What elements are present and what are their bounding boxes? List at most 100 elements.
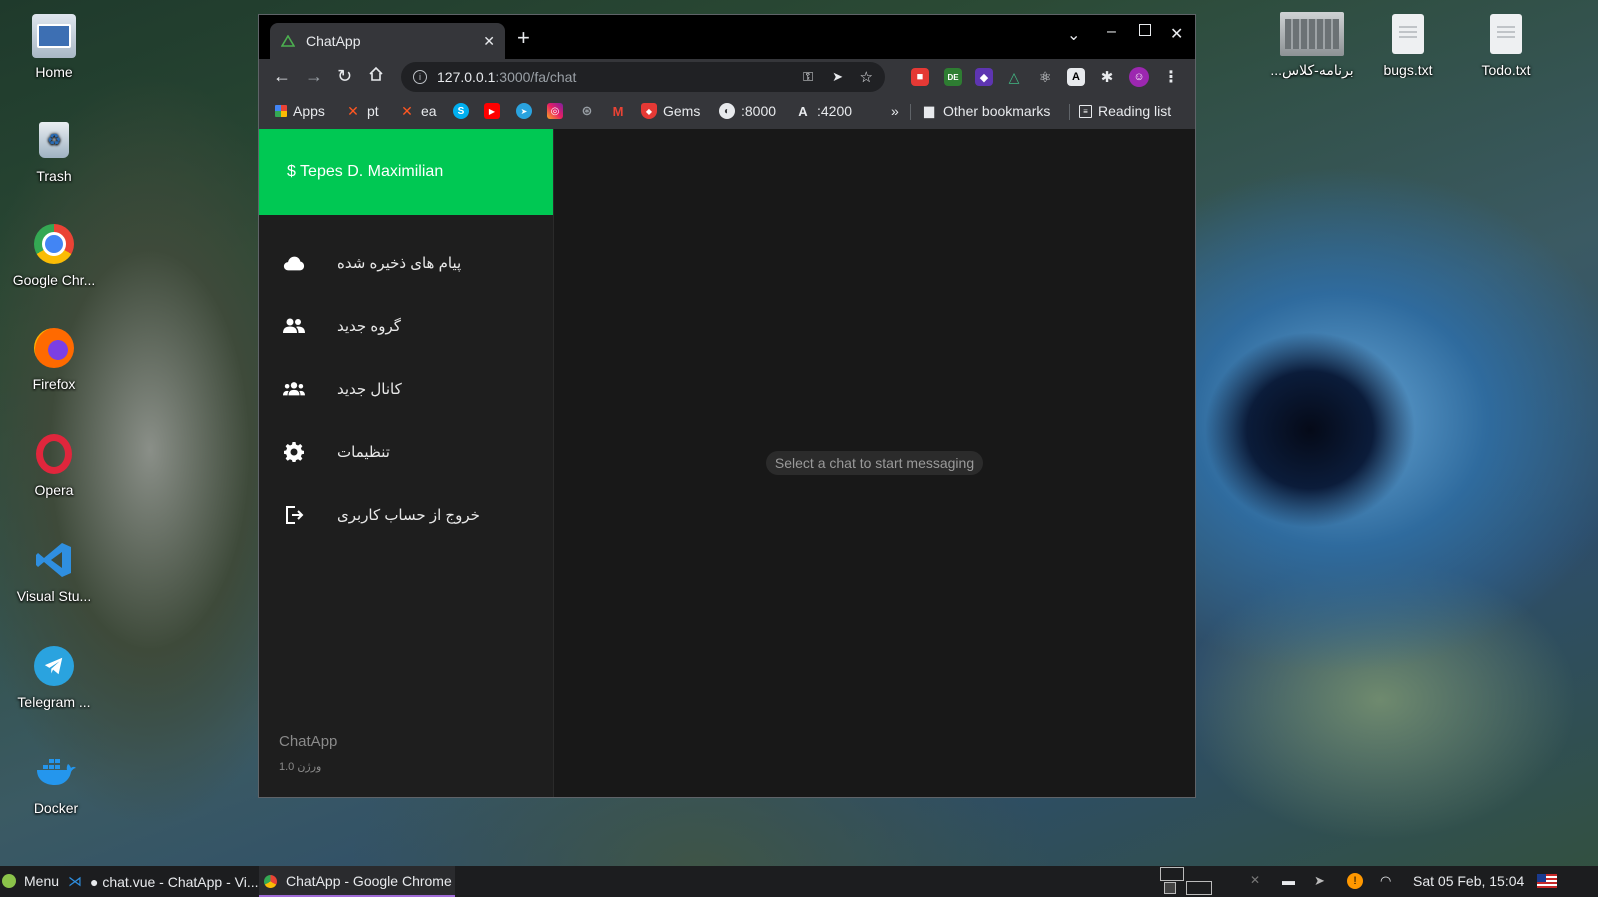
address-bar[interactable]: i 127.0.0.1:3000/fa/chat ⚿ ➤ ☆ [401, 62, 885, 92]
update-warning-icon[interactable]: ! [1347, 873, 1363, 889]
chrome-icon [264, 874, 277, 888]
opera-icon [32, 432, 76, 476]
wifi-icon[interactable]: ◠ [1380, 873, 1396, 889]
mint-logo-icon [2, 874, 16, 888]
profile-avatar-icon[interactable]: ☺ [1129, 67, 1149, 87]
home-folder-icon [32, 14, 76, 58]
logout-icon [283, 504, 305, 526]
start-menu-button[interactable]: Menu [2, 873, 59, 889]
ea-x-icon: ✕ [401, 102, 413, 119]
desktop-icon-firefox[interactable]: Firefox [4, 326, 104, 392]
desktop-icon-label: Firefox [32, 376, 76, 392]
bookmark-telegram[interactable]: ➤ [516, 103, 538, 119]
new-tab-button[interactable]: + [517, 27, 530, 49]
desktop-icon-label: Trash [36, 168, 72, 184]
chevron-double-right-icon: » [891, 103, 899, 119]
bookmark-other[interactable]: ▆ Other bookmarks [921, 103, 1050, 119]
forward-icon[interactable]: → [305, 66, 323, 86]
maximize-button[interactable] [1139, 24, 1151, 36]
telegram-icon: ➤ [516, 103, 532, 119]
clock[interactable]: Sat 05 Feb, 15:04 [1413, 873, 1524, 889]
close-window-button[interactable]: ✕ [1170, 24, 1183, 44]
youtube-icon: ▶ [484, 103, 500, 119]
reload-icon[interactable]: ↻ [337, 66, 352, 86]
desktop-icon-home[interactable]: Home [4, 14, 104, 80]
desktop-icon-chrome[interactable]: Google Chr... [4, 222, 104, 288]
send-icon[interactable]: ➤ [832, 69, 843, 85]
workspace-2-button[interactable] [1186, 881, 1212, 895]
sidebar-header: $ Tepes D. Maximilian [259, 129, 553, 215]
extension-red-icon[interactable]: ■ [911, 68, 929, 86]
desktop-icon-vscode[interactable]: Visual Stu... [4, 538, 104, 604]
globe-icon: ◐ [719, 103, 735, 119]
us-flag-icon[interactable] [1537, 874, 1557, 888]
workspace-3-button[interactable] [1164, 882, 1176, 894]
bookmark-instagram[interactable]: ◎ [547, 103, 569, 119]
desktop-icon-label: Visual Stu... [16, 588, 92, 604]
tab-close-icon[interactable]: ✕ [483, 33, 495, 50]
telegram-tray-icon[interactable]: ➤ [1314, 873, 1330, 889]
desktop-icon-trash[interactable]: ♻ Trash [4, 118, 104, 184]
bookmark-star-icon[interactable]: ☆ [860, 68, 873, 86]
bookmark-label: ea [421, 103, 437, 119]
bookmarks-bar: Apps ✕ pt ✕ ea S ▶ ➤ ◎ ⊛ M ◆ Gems ◐ :800… [259, 95, 1195, 130]
bookmark-gmail[interactable]: M [610, 103, 632, 119]
taskbar-window-label: ● chat.vue - ChatApp - Vi... [90, 873, 259, 890]
bookmark-ea[interactable]: ✕ ea [399, 102, 437, 120]
bookmark-8000[interactable]: ◐ :8000 [719, 103, 776, 119]
desktop-icon-class-schedule[interactable]: ...برنامه-کلاس [1262, 12, 1362, 79]
key-icon[interactable]: ⚿ [803, 69, 813, 85]
back-icon[interactable]: ← [273, 66, 291, 86]
battery-icon[interactable]: ▬ [1282, 873, 1298, 889]
extensions-puzzle-icon[interactable]: ✱ [1098, 68, 1116, 86]
home-icon[interactable] [368, 66, 384, 86]
bookmark-apps[interactable]: Apps [275, 103, 325, 119]
site-info-icon[interactable]: i [413, 70, 427, 84]
sidebar-footer: ChatApp ورژن 1.0 [279, 733, 337, 773]
browser-menu-icon[interactable]: ⋮ [1162, 68, 1180, 86]
desktop-icon-docker[interactable]: Docker [6, 750, 106, 816]
menu-item-logout[interactable]: خروج از حساب کاربری [259, 483, 553, 546]
taskbar-chrome-window[interactable]: ChatApp - Google Chrome [264, 873, 452, 889]
bookmark-4200[interactable]: A :4200 [795, 103, 852, 119]
menu-item-label: خروج از حساب کاربری [337, 506, 480, 524]
taskbar-window-label: ChatApp - Google Chrome [286, 873, 452, 889]
bookmark-label: :4200 [817, 103, 853, 119]
sidebar: $ Tepes D. Maximilian پیام های ذخیره شده… [259, 129, 554, 797]
menu-item-saved-messages[interactable]: پیام های ذخیره شده [259, 231, 553, 294]
desktop-icon-telegram[interactable]: Telegram ... [4, 644, 104, 710]
bookmark-pt[interactable]: ✕ pt [345, 103, 379, 120]
workspace-1-button[interactable] [1160, 867, 1184, 881]
menu-item-new-channel[interactable]: کانال جدید [259, 357, 553, 420]
desktop-icon-opera[interactable]: Opera [4, 432, 104, 498]
extension-stack-icon[interactable]: ◆ [975, 68, 993, 86]
app-version: ورژن 1.0 [279, 761, 322, 773]
bookmark-youtube[interactable]: ▶ [484, 103, 506, 119]
bookmarks-overflow-button[interactable]: » [891, 103, 899, 119]
minimize-button[interactable]: – [1107, 23, 1116, 41]
menu-item-label: کانال جدید [337, 380, 402, 398]
bookmark-skype[interactable]: S [453, 103, 475, 119]
bookmark-label: :8000 [741, 103, 777, 119]
bookmark-gems[interactable]: ◆ Gems [641, 103, 700, 119]
bookmark-github[interactable]: ⊛ [579, 103, 601, 119]
url-path: :3000/fa/chat [495, 69, 577, 85]
apps-grid-icon [275, 105, 287, 117]
menu-item-settings[interactable]: تنظیمات [259, 420, 553, 483]
extension-de-icon[interactable]: DE [944, 68, 962, 86]
desktop-icon-todo[interactable]: Todo.txt [1456, 12, 1556, 78]
desktop-icon-bugs[interactable]: bugs.txt [1358, 12, 1458, 78]
menu-item-new-group[interactable]: گروه جدید [259, 294, 553, 357]
extension-react-icon[interactable]: ⚛ [1036, 68, 1054, 86]
app-name: ChatApp [279, 733, 338, 750]
extension-a-icon[interactable]: A [1067, 68, 1085, 86]
taskbar-vscode-window[interactable]: ⋊ ● chat.vue - ChatApp - Vi... [68, 873, 259, 890]
volume-muted-icon[interactable]: ✕ [1250, 873, 1266, 889]
group-icon [283, 315, 305, 337]
tab-search-icon[interactable]: ⌄ [1067, 25, 1080, 45]
extension-vue-icon[interactable]: △ [1005, 68, 1023, 86]
tab-chatapp[interactable]: ChatApp ✕ [270, 23, 505, 59]
reading-list-button[interactable]: ≡ Reading list [1079, 103, 1171, 119]
text-file-icon [1484, 12, 1528, 56]
gear-icon [283, 441, 305, 463]
